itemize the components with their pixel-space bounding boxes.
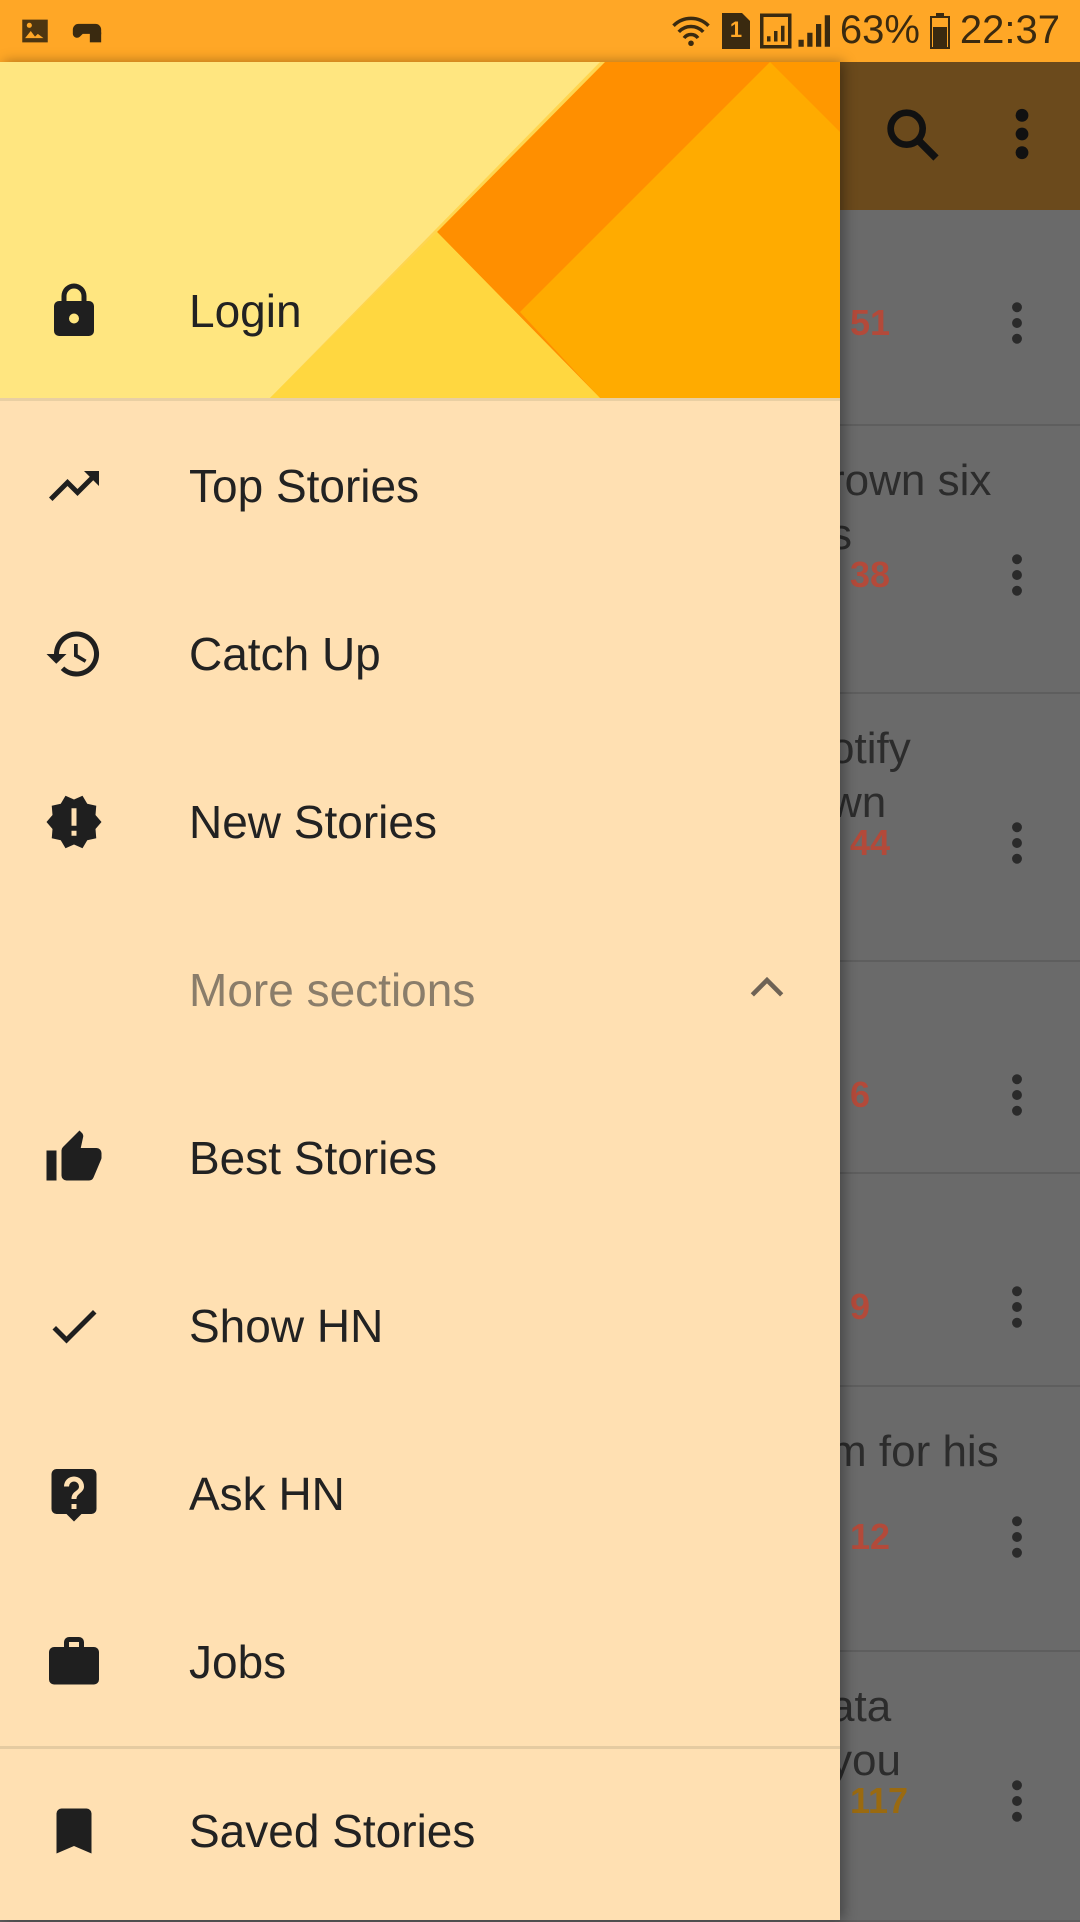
nav-item-show-hn[interactable]: Show HN	[0, 1246, 840, 1406]
bookmark-icon	[44, 1801, 104, 1861]
wifi-icon	[670, 13, 712, 49]
nav-item-label: New Stories	[189, 796, 437, 848]
story-title: otify wn	[830, 724, 911, 827]
search-icon[interactable]	[880, 102, 944, 171]
story-score: 44	[850, 822, 891, 863]
nav-item-label: Best Stories	[189, 1132, 437, 1184]
drawer-header: Login	[0, 62, 840, 398]
story-title: m for his	[830, 1427, 999, 1476]
more-sections-label: More sections	[189, 964, 476, 1016]
status-bar: 1 63% 22:37	[0, 0, 1080, 62]
more-vert-icon[interactable]	[1000, 296, 1034, 355]
nav-item-label: Show HN	[189, 1300, 384, 1352]
new-releases-icon	[44, 792, 104, 852]
work-icon	[44, 1632, 104, 1692]
login-label: Login	[189, 285, 302, 337]
story-score: 38	[850, 554, 891, 595]
trending-up-icon	[44, 456, 104, 516]
more-vert-icon[interactable]	[1000, 548, 1034, 607]
nav-item-label: Catch Up	[189, 628, 381, 680]
nav-item-catch-up[interactable]: Catch Up	[0, 574, 840, 734]
story-score: 12	[850, 1516, 891, 1557]
story-title: ata you	[830, 1682, 901, 1785]
story-score: 51	[850, 302, 891, 343]
nav-item-best-stories[interactable]: Best Stories	[0, 1078, 840, 1238]
chevron-up-icon	[745, 966, 789, 1015]
login-button[interactable]: Login	[0, 241, 840, 381]
header-divider	[0, 398, 840, 401]
signal-icon	[759, 13, 830, 49]
navigation-drawer: Login Top Stories Catch Up New Stories M…	[0, 62, 840, 1920]
battery-percent: 63%	[839, 8, 920, 52]
story-score: 9	[850, 1286, 871, 1327]
more-vert-icon[interactable]	[1000, 1774, 1034, 1833]
more-vert-icon[interactable]	[1000, 1068, 1034, 1127]
help-icon	[44, 1464, 104, 1524]
story-score: 117	[850, 1780, 909, 1821]
more-vert-icon[interactable]	[1000, 1280, 1034, 1339]
nav-item-top-stories[interactable]: Top Stories	[0, 406, 840, 566]
nav-item-jobs[interactable]: Jobs	[0, 1582, 840, 1742]
nav-item-label: Top Stories	[189, 460, 420, 512]
nav-item-label: Ask HN	[189, 1468, 345, 1520]
clock: 22:37	[959, 8, 1060, 52]
game-controller-icon	[70, 14, 104, 48]
more-vert-icon[interactable]	[1000, 1510, 1034, 1569]
battery-icon	[929, 12, 950, 49]
drawer-divider	[0, 1746, 840, 1749]
lock-icon	[44, 281, 104, 341]
more-vert-icon[interactable]	[1000, 102, 1044, 171]
nav-item-label: Saved Stories	[189, 1805, 476, 1857]
nav-item-new-stories[interactable]: New Stories	[0, 742, 840, 902]
nav-item-label: Jobs	[189, 1636, 287, 1688]
history-icon	[44, 624, 104, 684]
story-score: 6	[850, 1074, 871, 1115]
nav-item-saved-stories[interactable]: Saved Stories	[0, 1751, 840, 1911]
story-title: rown six s	[830, 456, 992, 559]
sim-icon: 1	[721, 12, 750, 49]
gallery-icon	[18, 14, 52, 48]
more-vert-icon[interactable]	[1000, 816, 1034, 875]
check-icon	[44, 1296, 104, 1356]
more-sections-toggle[interactable]: More sections	[0, 910, 840, 1070]
nav-item-ask-hn[interactable]: Ask HN	[0, 1414, 840, 1574]
thumb-up-icon	[44, 1128, 104, 1188]
